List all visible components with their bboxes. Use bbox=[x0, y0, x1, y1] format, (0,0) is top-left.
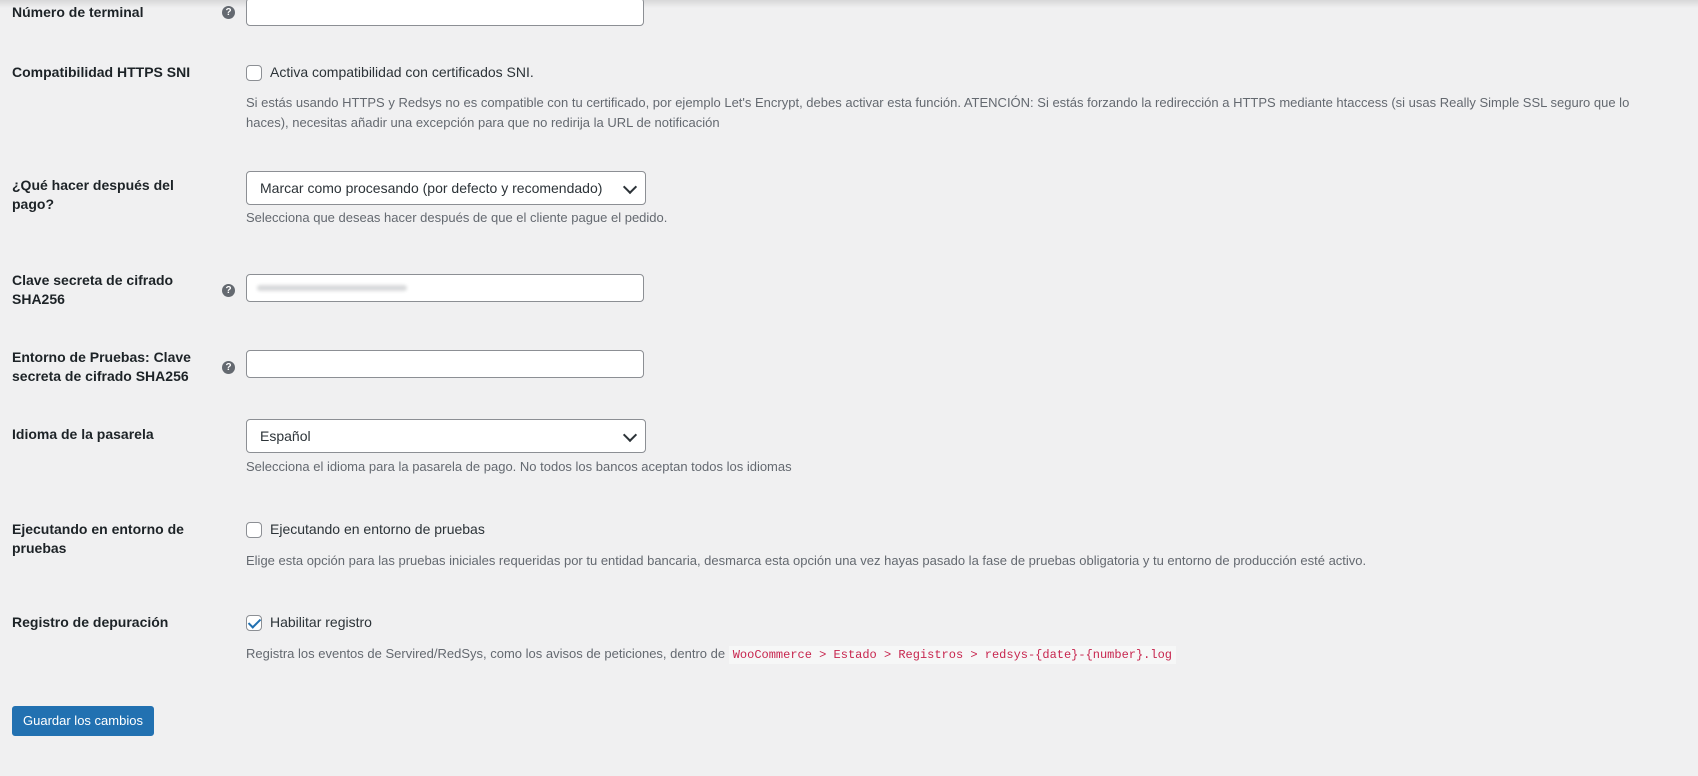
https-sni-description-1: Si estás usando HTTPS y Redsys no es com… bbox=[246, 95, 1630, 110]
test-mode-label: Ejecutando en entorno de pruebas bbox=[12, 520, 192, 558]
secret-key-input[interactable] bbox=[246, 274, 644, 302]
test-secret-key-label-line2: secreta de cifrado SHA256 bbox=[12, 368, 189, 384]
test-mode-label-line2: pruebas bbox=[12, 540, 67, 556]
test-mode-checkbox-label[interactable]: Ejecutando en entorno de pruebas bbox=[270, 520, 485, 539]
chevron-down-icon bbox=[622, 179, 638, 195]
log-path-code: WooCommerce > Estado > Registros > redsy… bbox=[728, 646, 1176, 664]
debug-log-checkbox-label[interactable]: Habilitar registro bbox=[270, 613, 372, 632]
help-icon[interactable]: ? bbox=[222, 284, 235, 297]
https-sni-label: Compatibilidad HTTPS SNI bbox=[12, 64, 191, 80]
chevron-down-icon bbox=[622, 427, 638, 443]
language-selected: Español bbox=[260, 428, 311, 444]
save-button[interactable]: Guardar los cambios bbox=[12, 706, 154, 736]
help-icon[interactable]: ? bbox=[222, 361, 235, 374]
secret-key-label-line1: Clave secreta de cifrado bbox=[12, 272, 174, 288]
https-sni-description-2: haces), necesitas añadir una excepción p… bbox=[246, 115, 720, 130]
test-mode-label-line1: Ejecutando en entorno de bbox=[12, 521, 184, 537]
redacted-value bbox=[257, 285, 407, 291]
debug-log-checkbox[interactable] bbox=[246, 615, 262, 631]
language-description: Selecciona el idioma para la pasarela de… bbox=[246, 459, 792, 474]
secret-key-label: Clave secreta de cifrado SHA256 bbox=[12, 271, 192, 309]
after-payment-select[interactable]: Marcar como procesando (por defecto y re… bbox=[246, 171, 646, 205]
debug-log-description-text: Registra los eventos de Servired/RedSys,… bbox=[246, 646, 726, 661]
https-sni-checkbox[interactable] bbox=[246, 65, 262, 81]
checkmark-icon bbox=[247, 615, 262, 629]
debug-log-label: Registro de depuración bbox=[12, 614, 169, 630]
language-label: Idioma de la pasarela bbox=[12, 426, 154, 442]
debug-log-description: Registra los eventos de Servired/RedSys,… bbox=[246, 644, 1176, 665]
language-select[interactable]: Español bbox=[246, 419, 646, 453]
test-mode-description: Elige esta opción para las pruebas inici… bbox=[246, 553, 1367, 568]
help-icon[interactable]: ? bbox=[222, 6, 235, 19]
secret-key-label-line2: SHA256 bbox=[12, 291, 65, 307]
https-sni-checkbox-label[interactable]: Activa compatibilidad con certificados S… bbox=[270, 63, 534, 82]
test-mode-checkbox[interactable] bbox=[246, 522, 262, 538]
after-payment-label: ¿Qué hacer después del pago? bbox=[12, 177, 174, 212]
terminal-input[interactable] bbox=[246, 0, 644, 26]
after-payment-selected: Marcar como procesando (por defecto y re… bbox=[260, 180, 603, 196]
test-secret-key-label: Entorno de Pruebas: Clave secreta de cif… bbox=[12, 348, 192, 386]
after-payment-description: Selecciona que deseas hacer después de q… bbox=[246, 210, 668, 225]
test-secret-key-label-line1: Entorno de Pruebas: Clave bbox=[12, 349, 191, 365]
terminal-label: Número de terminal bbox=[12, 4, 144, 20]
test-secret-key-input[interactable] bbox=[246, 350, 644, 378]
